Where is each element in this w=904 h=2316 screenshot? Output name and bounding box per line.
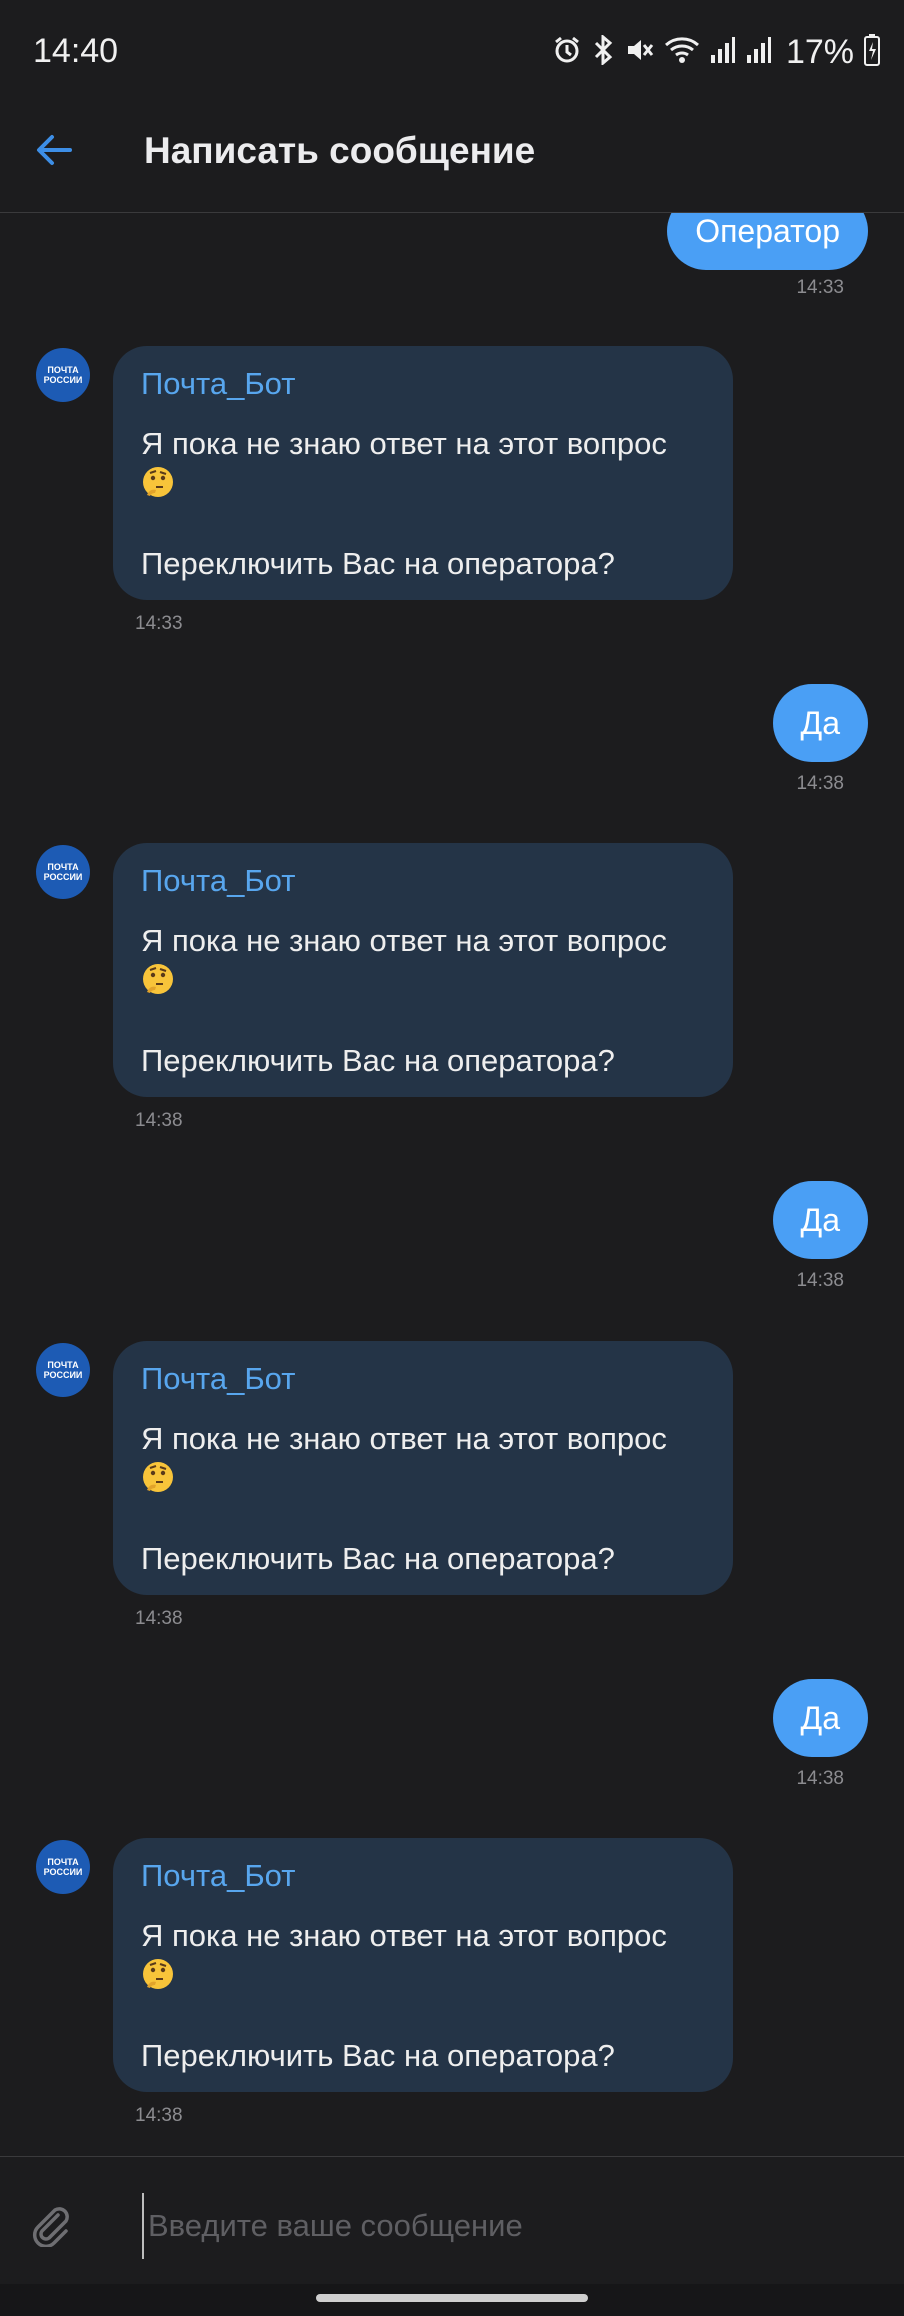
paperclip-icon — [28, 2207, 72, 2251]
message-time: 14:38 — [796, 1270, 844, 1291]
avatar-text: ПОЧТА — [47, 1857, 79, 1867]
message-text: Я пока не знаю ответ на этот вопрос — [141, 426, 667, 461]
message-text: Я пока не знаю ответ на этот вопрос — [141, 923, 667, 958]
system-nav-bar — [0, 2284, 904, 2316]
message-text: Я пока не знаю ответ на этот вопрос — [141, 1918, 667, 1953]
message-composer — [0, 2156, 904, 2285]
battery-percent: 17% — [785, 32, 854, 71]
sender-name: Почта_Бот — [141, 366, 296, 401]
message-time: 14:38 — [135, 2105, 183, 2126]
incoming-message[interactable]: Почта_Бот Я пока не знаю ответ на этот в… — [113, 843, 733, 1097]
bluetooth-icon — [592, 33, 614, 70]
message-time: 14:38 — [135, 1608, 183, 1629]
signal-icon — [710, 35, 736, 70]
thinking-face-emoji-icon — [141, 1460, 175, 1494]
avatar-text: РОССИИ — [43, 1370, 83, 1380]
message-input[interactable] — [142, 2193, 850, 2259]
outgoing-message[interactable]: Да — [772, 684, 868, 762]
avatar-text: РОССИИ — [43, 375, 83, 385]
alarm-icon — [552, 35, 582, 70]
incoming-message[interactable]: Почта_Бот Я пока не знаю ответ на этот в… — [113, 1838, 733, 2092]
signal-icon — [746, 35, 772, 70]
bot-avatar: ПОЧТА РОССИИ — [36, 348, 90, 402]
attach-button[interactable] — [28, 2203, 80, 2255]
message-time: 14:38 — [796, 773, 844, 794]
sender-name: Почта_Бот — [141, 863, 296, 898]
bot-avatar: ПОЧТА РОССИИ — [36, 1343, 90, 1397]
arrow-left-icon — [28, 135, 80, 180]
back-button[interactable] — [28, 124, 80, 176]
message-time: 14:38 — [135, 1110, 183, 1131]
battery-icon — [864, 33, 880, 71]
avatar-text: РОССИИ — [43, 872, 83, 882]
message-text: Переключить Вас на оператора? — [141, 1043, 615, 1078]
app-bar: Написать сообщение — [0, 100, 904, 213]
incoming-message[interactable]: Почта_Бот Я пока не знаю ответ на этот в… — [113, 346, 733, 600]
thinking-face-emoji-icon — [141, 1957, 175, 1991]
avatar-text: РОССИИ — [43, 1867, 83, 1877]
message-time: 14:33 — [135, 613, 183, 634]
message-text: Переключить Вас на оператора? — [141, 546, 615, 581]
sender-name: Почта_Бот — [141, 1361, 296, 1396]
status-icons: 17% — [552, 30, 880, 74]
message-time: 14:38 — [796, 1768, 844, 1789]
status-time: 14:40 — [33, 32, 119, 70]
message-text: Переключить Вас на оператора? — [141, 1541, 615, 1576]
page-title: Написать сообщение — [144, 130, 536, 171]
message-text: Я пока не знаю ответ на этот вопрос — [141, 1421, 667, 1456]
thinking-face-emoji-icon — [141, 465, 175, 499]
avatar-text: ПОЧТА — [47, 862, 79, 872]
outgoing-message[interactable]: Оператор — [667, 213, 868, 270]
outgoing-message[interactable]: Да — [772, 1181, 868, 1259]
message-time: 14:33 — [796, 277, 844, 298]
home-indicator[interactable] — [316, 2294, 588, 2302]
status-bar: 14:40 17% — [0, 0, 904, 100]
chat-history[interactable]: Оператор 14:33 ПОЧТА РОССИИ Почта_Бот Я … — [0, 213, 904, 2155]
thinking-face-emoji-icon — [141, 962, 175, 996]
message-text: Переключить Вас на оператора? — [141, 2038, 615, 2073]
wifi-icon — [664, 35, 700, 70]
avatar-text: ПОЧТА — [47, 1360, 79, 1370]
avatar-text: ПОЧТА — [47, 365, 79, 375]
bot-avatar: ПОЧТА РОССИИ — [36, 845, 90, 899]
bot-avatar: ПОЧТА РОССИИ — [36, 1840, 90, 1894]
mute-icon — [624, 35, 654, 70]
outgoing-message[interactable]: Да — [772, 1679, 868, 1757]
sender-name: Почта_Бот — [141, 1858, 296, 1893]
incoming-message[interactable]: Почта_Бот Я пока не знаю ответ на этот в… — [113, 1341, 733, 1595]
